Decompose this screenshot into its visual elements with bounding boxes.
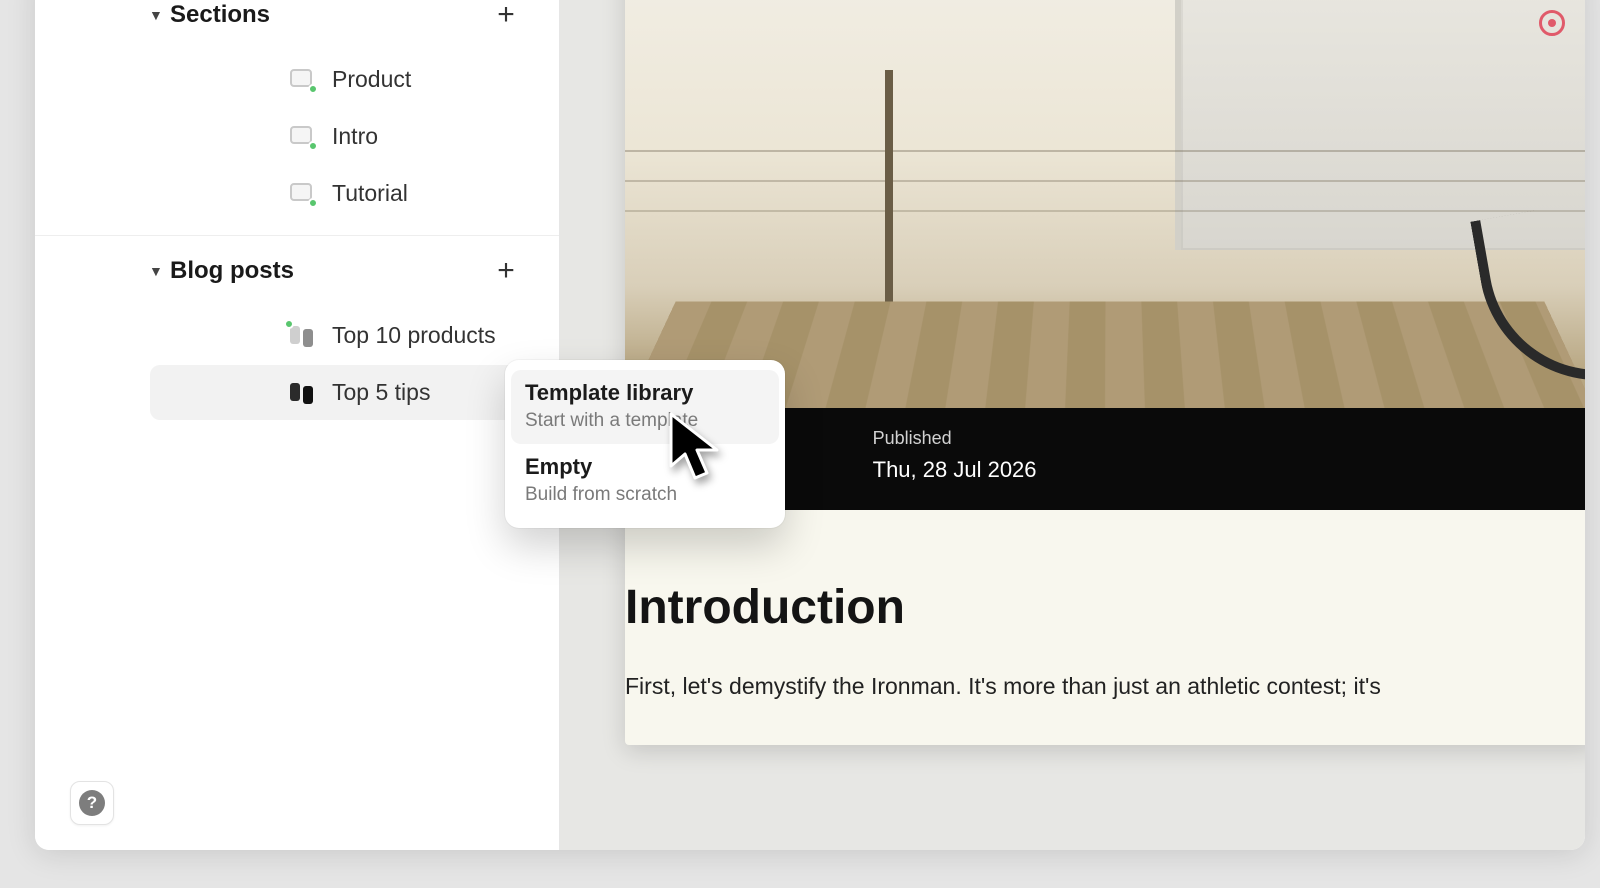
popover-option-empty[interactable]: Empty Build from scratch	[505, 444, 785, 518]
sidebar-group-sections: ▼ Sections + Product Intro Tut	[35, 0, 559, 221]
popover-option-title: Empty	[525, 454, 765, 480]
app-window: ▼ Sections + Product Intro Tut	[35, 0, 1585, 850]
sidebar-item-product[interactable]: Product	[150, 52, 549, 107]
sidebar-item-label: Top 10 products	[332, 322, 496, 349]
post-icon	[290, 382, 316, 404]
group-title: Sections	[170, 1, 270, 29]
sidebar-item-top-10-products[interactable]: Top 10 products	[150, 308, 549, 363]
sidebar-item-tutorial[interactable]: Tutorial	[150, 166, 549, 221]
post-icon	[290, 325, 316, 347]
meta-value: Thu, 28 Jul 2026	[873, 457, 1037, 483]
article-body: Introduction First, let's demystify the …	[625, 510, 1585, 745]
group-header-sections[interactable]: ▼ Sections +	[35, 0, 559, 50]
sidebar-item-intro[interactable]: Intro	[150, 109, 549, 164]
popover-option-subtitle: Build from scratch	[525, 484, 765, 506]
sidebar-item-label: Top 5 tips	[332, 379, 430, 406]
popover-option-title: Template library	[525, 380, 765, 406]
sidebar-item-label: Tutorial	[332, 180, 408, 207]
group-header-blog-posts[interactable]: ▼ Blog posts +	[35, 236, 559, 306]
caret-down-icon: ▼	[149, 7, 163, 23]
add-blog-post-button[interactable]: +	[489, 254, 523, 288]
article-paragraph: First, let's demystify the Ironman. It's…	[625, 669, 1585, 705]
add-post-popover: Template library Start with a template E…	[505, 360, 785, 528]
sidebar-item-top-5-tips[interactable]: Top 5 tips	[150, 365, 549, 420]
section-icon	[290, 183, 316, 205]
sidebar-item-label: Product	[332, 66, 411, 93]
meta-published: Published Thu, 28 Jul 2026	[873, 428, 1037, 483]
target-icon	[1539, 10, 1565, 36]
help-icon: ?	[79, 790, 105, 816]
meta-label: Published	[873, 428, 1037, 449]
add-section-button[interactable]: +	[489, 0, 523, 32]
popover-option-subtitle: Start with a template	[525, 410, 765, 432]
popover-option-template-library[interactable]: Template library Start with a template	[511, 370, 779, 444]
sidebar-item-label: Intro	[332, 123, 378, 150]
caret-down-icon: ▼	[149, 263, 163, 279]
sidebar-group-blog-posts: ▼ Blog posts + Top 10 products Top 5 tip…	[35, 235, 559, 420]
help-button[interactable]: ?	[70, 781, 114, 825]
group-title: Blog posts	[170, 257, 294, 285]
section-icon	[290, 69, 316, 91]
section-icon	[290, 126, 316, 148]
sidebar: ▼ Sections + Product Intro Tut	[35, 0, 560, 850]
article-heading: Introduction	[625, 580, 1585, 635]
